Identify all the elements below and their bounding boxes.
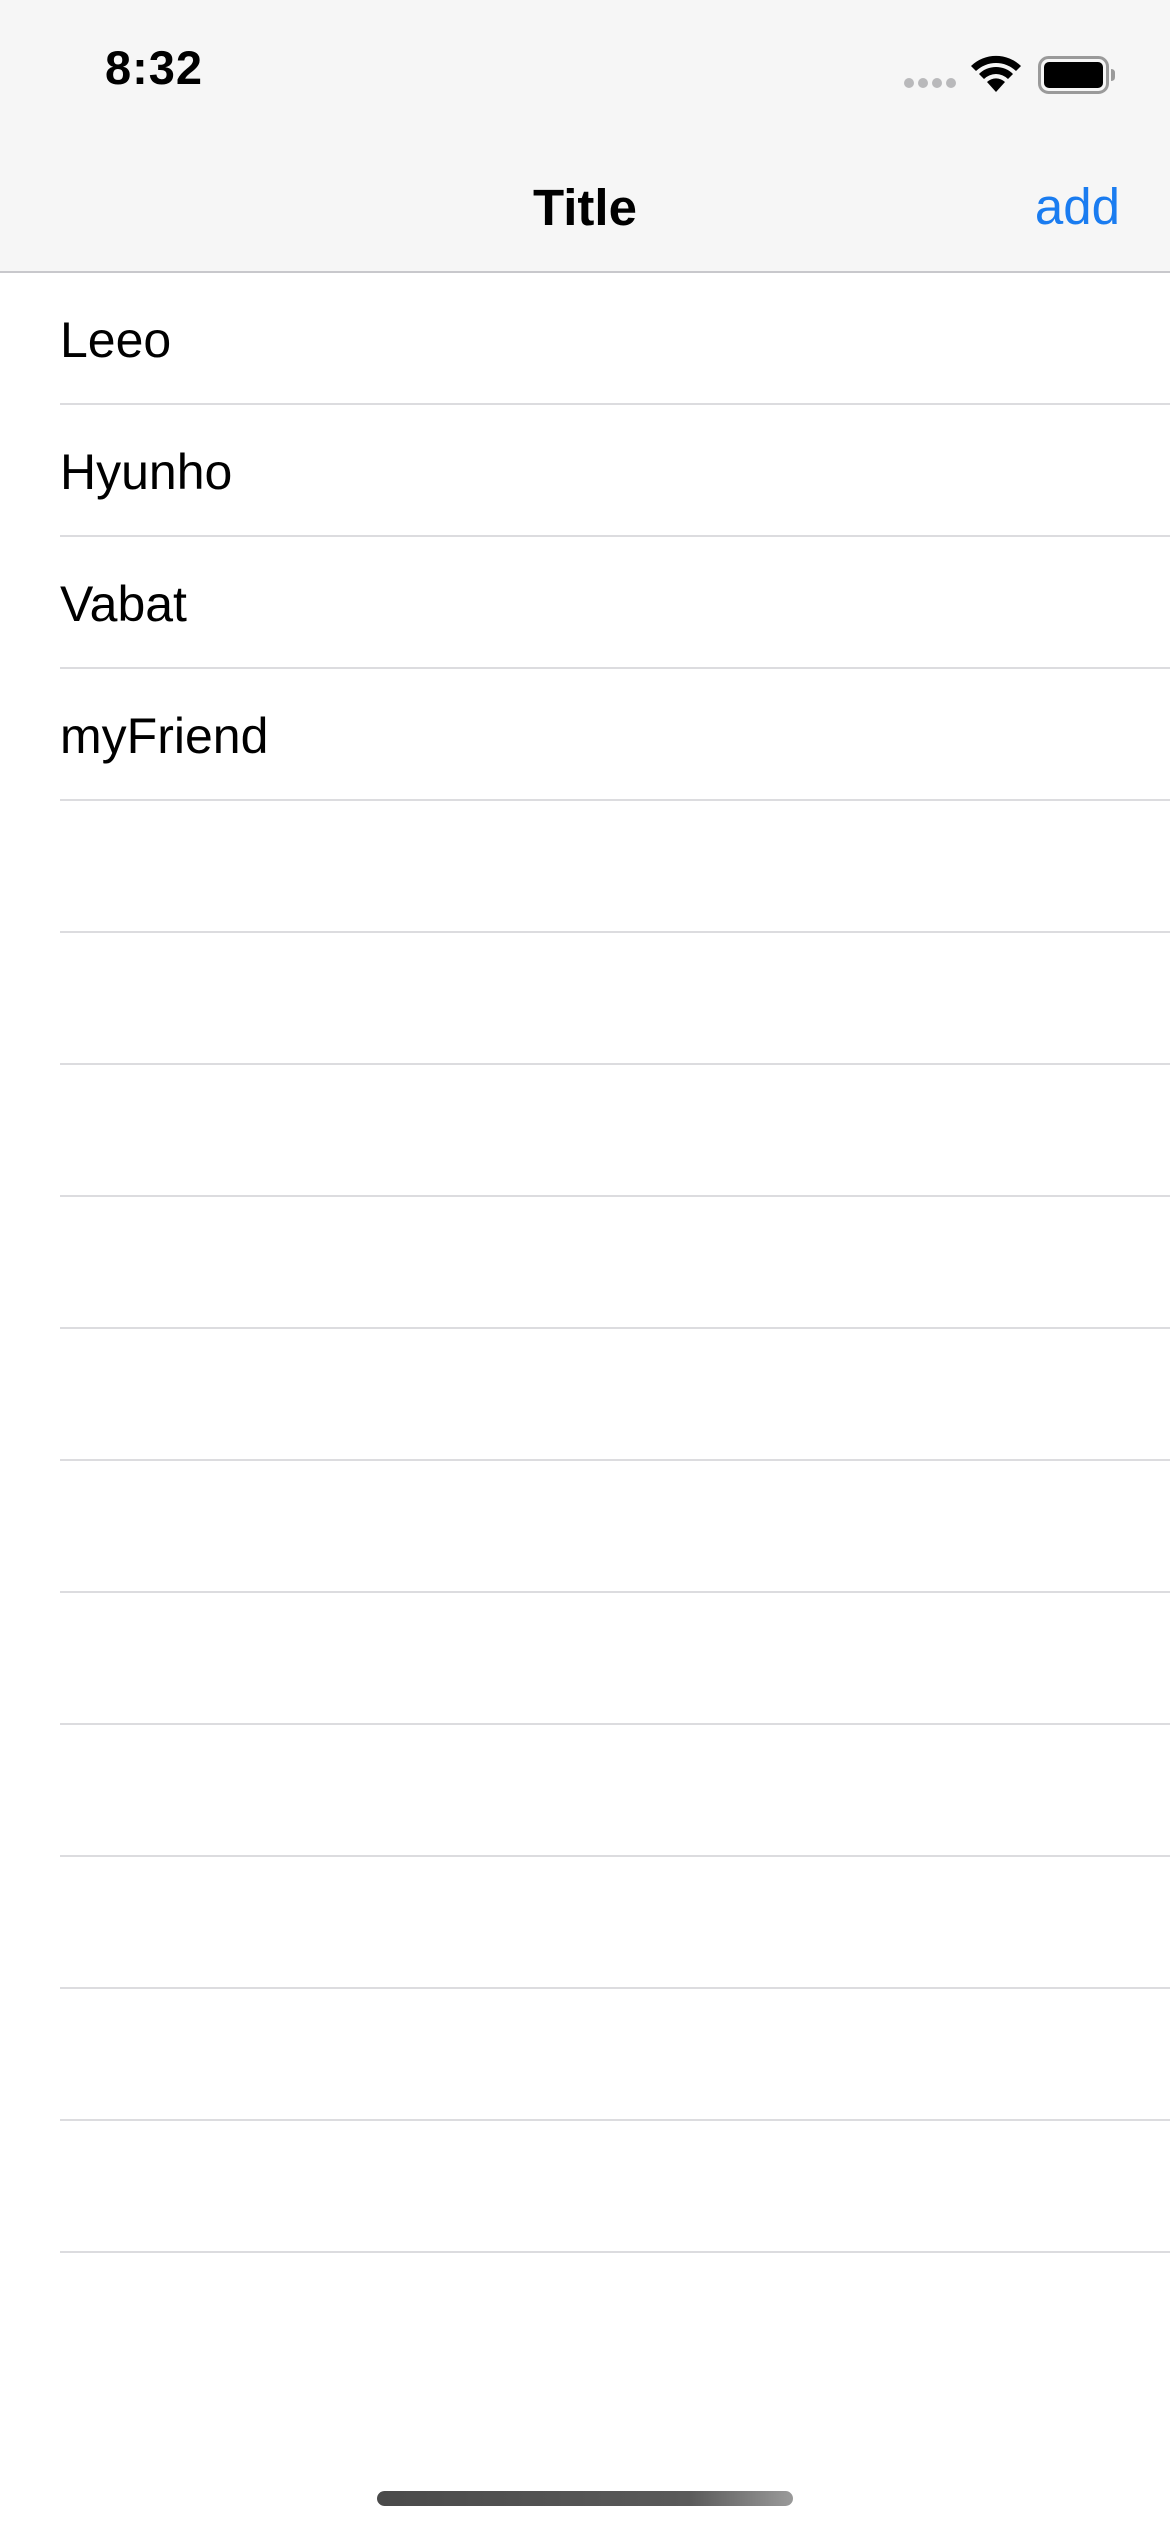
empty-table-row [0, 1593, 1170, 1725]
status-time: 8:32 [105, 41, 204, 94]
signal-icon [904, 78, 958, 92]
add-button[interactable]: add [1035, 178, 1120, 237]
empty-table-row [0, 1725, 1170, 1857]
row-label: myFriend [60, 708, 269, 764]
empty-table-row [0, 1989, 1170, 2121]
table-row[interactable]: myFriend [0, 669, 1170, 801]
status-bar: 8:32 [0, 0, 1170, 140]
page-title: Title [533, 179, 637, 236]
wifi-icon [971, 55, 1021, 92]
table-row[interactable]: Hyunho [0, 405, 1170, 537]
empty-table-row [0, 1197, 1170, 1329]
battery-icon [1038, 56, 1115, 94]
table-row[interactable]: Leeo [0, 273, 1170, 405]
empty-table-row [0, 1329, 1170, 1461]
home-indicator[interactable] [377, 2491, 793, 2506]
empty-table-row [0, 2121, 1170, 2253]
row-label: Vabat [60, 576, 187, 632]
empty-table-row [0, 1461, 1170, 1593]
table-row[interactable]: Vabat [0, 537, 1170, 669]
empty-table-row [0, 933, 1170, 1065]
empty-table-row [0, 801, 1170, 933]
row-label: Leeo [60, 312, 172, 368]
row-label: Hyunho [60, 444, 233, 500]
navigation-bar: Title add [0, 140, 1170, 273]
empty-table-row [0, 1857, 1170, 1989]
friends-table: Leeo Hyunho Vabat myFriend [0, 273, 1170, 2253]
empty-table-row [0, 1065, 1170, 1197]
